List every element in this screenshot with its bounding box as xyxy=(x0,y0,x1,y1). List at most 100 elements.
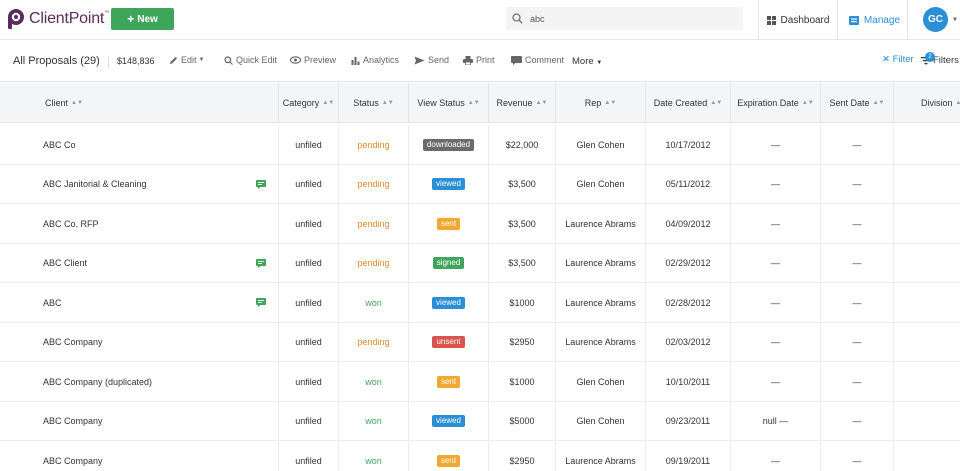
client-name[interactable]: ABC Company xyxy=(43,456,103,466)
cell-expiration-date-value: — xyxy=(771,337,780,347)
column-header-expiration-date[interactable]: Expiration Date ▲▼ xyxy=(730,83,820,123)
cell-expiration-date: — xyxy=(730,164,820,204)
cell-category-value: unfiled xyxy=(295,416,322,426)
cell-category: unfiled xyxy=(278,243,338,283)
cell-category: unfiled xyxy=(278,283,338,322)
cell-date-created-value: 10/10/2011 xyxy=(665,376,711,387)
column-header-revenue[interactable]: Revenue ▲▼ xyxy=(488,83,555,123)
table-row[interactable]: ABC Client unfiled pending signed $3,500 Laur… xyxy=(0,243,960,283)
comment-icon[interactable] xyxy=(256,179,266,189)
sort-icon: ▲▼ xyxy=(710,99,723,106)
cell-client[interactable]: ABC Company xyxy=(0,323,278,362)
cell-division xyxy=(893,164,960,204)
table-row[interactable]: ABC Co unfiled pending downloaded $22,000 Gle… xyxy=(0,125,960,165)
cell-client[interactable]: ABC Company xyxy=(0,402,278,441)
cell-revenue-value: $3,500 xyxy=(508,218,536,229)
sort-icon: ▲▼ xyxy=(801,99,814,106)
column-header-client[interactable]: Client ▲▼ xyxy=(0,83,278,123)
quick-search-icon xyxy=(224,55,233,65)
column-header-label: Rep xyxy=(584,98,602,108)
sort-icon: ▲▼ xyxy=(535,99,548,106)
cell-client[interactable]: ABC Co xyxy=(0,125,278,164)
client-name[interactable]: ABC xyxy=(43,298,62,308)
column-header-rep[interactable]: Rep ▲▼ xyxy=(555,83,645,123)
cell-sent-date: — xyxy=(820,125,893,164)
nav-manage-label: Manage xyxy=(863,14,901,26)
client-name[interactable]: ABC Janitorial & Cleaning xyxy=(43,179,147,189)
send-button[interactable]: Send xyxy=(414,55,449,65)
print-button[interactable]: Print xyxy=(463,55,495,65)
analytics-label: Analytics xyxy=(363,55,400,65)
filters-count-badge: 2 xyxy=(925,52,935,62)
nav-manage[interactable]: Manage xyxy=(842,0,908,40)
cell-date-created: 09/19/2011 xyxy=(645,441,730,471)
nav-dashboard[interactable]: Dashboard xyxy=(758,0,838,40)
table-row[interactable]: ABC Co. RFP unfiled pending sent $3,500 Laure… xyxy=(0,204,960,244)
column-header-division[interactable]: Division▲▼ xyxy=(893,83,960,123)
column-header-view-status[interactable]: View Status ▲▼ xyxy=(408,83,488,123)
search-box[interactable] xyxy=(506,7,743,30)
quick-edit-label: Quick Edit xyxy=(236,55,278,65)
cell-revenue: $3,500 xyxy=(488,164,555,204)
cell-sent-date-value: — xyxy=(852,179,862,189)
pencil-icon xyxy=(170,56,177,64)
client-name[interactable]: ABC Co. RFP xyxy=(43,219,99,229)
cell-rep-value: Laurence Abrams xyxy=(565,258,636,268)
cell-rep: Laurence Abrams xyxy=(555,322,645,362)
table-row[interactable]: ABC Company unfiled won sent $2950 Laurence A… xyxy=(0,441,960,471)
comment-icon xyxy=(511,55,522,65)
cell-client[interactable]: ABC Janitorial & Cleaning xyxy=(0,165,278,204)
logo[interactable]: ClientPoint™ xyxy=(6,8,109,30)
analytics-button[interactable]: Analytics xyxy=(351,55,399,65)
user-avatar[interactable]: GC xyxy=(923,7,948,32)
cell-status: pending xyxy=(338,204,408,243)
cell-date-created-value: 02/03/2012 xyxy=(665,337,711,347)
client-name[interactable]: ABC Company xyxy=(43,337,103,347)
client-name[interactable]: ABC Company (duplicated) xyxy=(43,377,152,387)
cell-expiration-date-value: — xyxy=(771,179,780,189)
cell-sent-date: — xyxy=(820,322,893,362)
cell-client[interactable]: ABC xyxy=(0,283,278,322)
cell-division xyxy=(893,204,960,243)
caret-down-icon[interactable]: ▼ xyxy=(952,17,958,23)
cell-rep-value: Laurence Abrams xyxy=(565,297,636,308)
table-row[interactable]: ABC Company unfiled pending unsent $2950 Laur… xyxy=(0,322,960,362)
edit-button[interactable]: Edit ▼ xyxy=(169,55,204,65)
cell-date-created-value: 02/29/2012 xyxy=(665,258,711,268)
cell-client[interactable]: ABC Company (duplicated) xyxy=(0,362,278,401)
client-name[interactable]: ABC Client xyxy=(43,258,87,268)
column-header-date-created[interactable]: Date Created ▲▼ xyxy=(645,83,730,123)
comment-icon[interactable] xyxy=(256,258,266,268)
search-input[interactable] xyxy=(530,13,730,24)
table-row[interactable]: ABC Company (duplicated) unfiled won sent $1… xyxy=(0,362,960,402)
cell-division xyxy=(893,283,960,322)
column-header-sent-date[interactable]: Sent Date ▲▼ xyxy=(820,83,893,123)
table-row[interactable]: ABC Company unfiled won viewed $5000 Glen Coh… xyxy=(0,401,960,441)
cell-client[interactable]: ABC Company xyxy=(0,441,278,471)
more-label: More xyxy=(572,56,594,67)
filter-button[interactable]: ✕ Filter xyxy=(882,54,914,65)
quick-edit-button[interactable]: Quick Edit xyxy=(224,55,277,65)
column-header-status[interactable]: Status ▲▼ xyxy=(338,83,408,123)
client-name[interactable]: ABC Co xyxy=(43,140,76,150)
cell-revenue-value: $3,500 xyxy=(508,258,536,268)
cell-client[interactable]: ABC Co. RFP xyxy=(0,204,278,243)
client-name[interactable]: ABC Company xyxy=(43,416,103,426)
cell-sent-date-value: — xyxy=(852,455,862,466)
preview-button[interactable]: Preview xyxy=(290,55,336,65)
cell-date-created-value: 09/23/2011 xyxy=(665,416,711,426)
table-row[interactable]: ABC unfiled won viewed $1000 Laurence Abrams 0… xyxy=(0,283,960,323)
column-header-category[interactable]: Category ▲▼ xyxy=(278,83,338,123)
comment-icon[interactable] xyxy=(256,298,266,307)
column-header-label: Division xyxy=(921,98,953,108)
status-text: pending xyxy=(357,218,390,229)
cell-rep: Glen Cohen xyxy=(555,164,645,204)
more-menu[interactable]: More ▼ xyxy=(572,56,602,67)
comment-button[interactable]: Comment xyxy=(511,55,564,65)
table-row[interactable]: ABC Janitorial & Cleaning unfiled pending v… xyxy=(0,164,960,204)
new-proposal-button[interactable]: + New xyxy=(111,8,174,30)
cell-view-status: sent xyxy=(408,204,488,243)
cell-client[interactable]: ABC Client xyxy=(0,244,278,283)
cell-expiration-date: — xyxy=(730,362,820,401)
cell-date-created-value: 02/28/2012 xyxy=(665,297,711,308)
